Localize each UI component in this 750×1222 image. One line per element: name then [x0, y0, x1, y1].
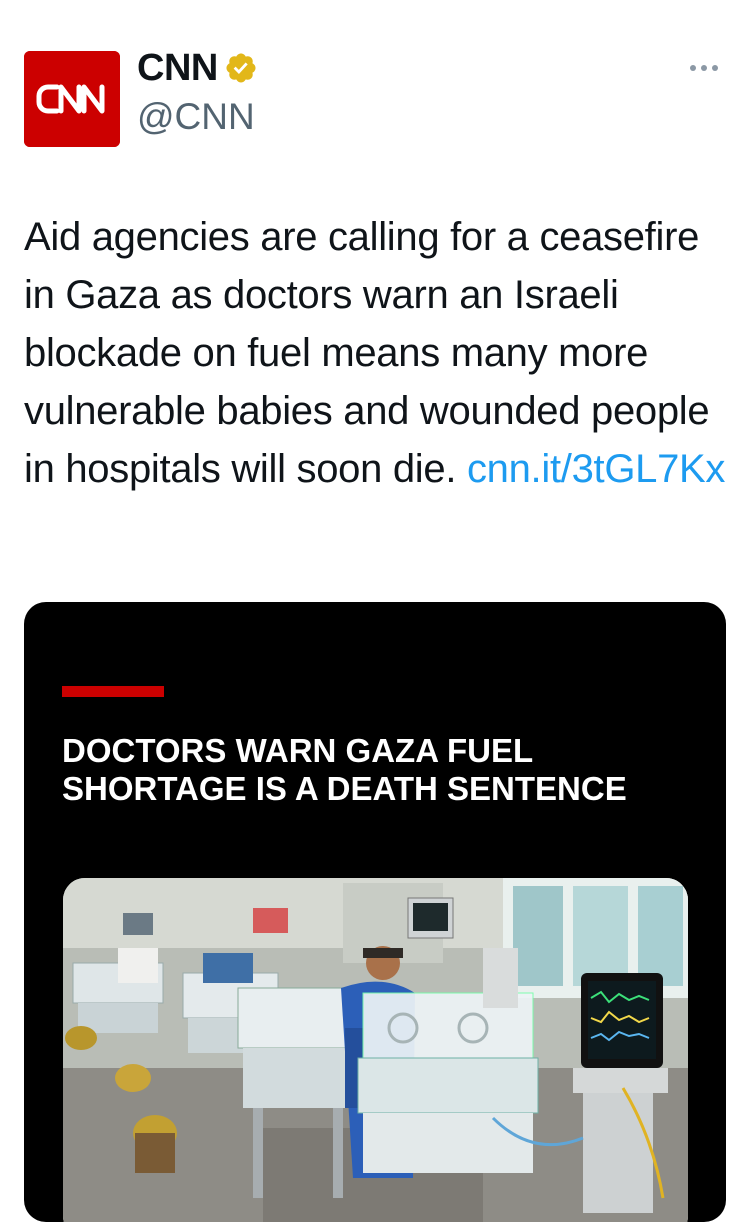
avatar[interactable]: [24, 51, 120, 147]
name-row: CNN: [137, 48, 258, 88]
cnn-logo: [24, 51, 120, 147]
tweet-link[interactable]: cnn.it/3tGL7Kx: [467, 447, 725, 491]
more-horizontal-icon[interactable]: [690, 58, 724, 78]
tweet-text: Aid agencies are calling for a ceasefire…: [24, 208, 734, 498]
media-card[interactable]: DOCTORS WARN GAZA FUEL SHORTAGE IS A DEA…: [24, 602, 726, 1222]
hospital-incubator-photo[interactable]: [63, 878, 688, 1222]
media-headline: DOCTORS WARN GAZA FUEL SHORTAGE IS A DEA…: [62, 732, 627, 807]
accent-bar: [62, 686, 164, 697]
display-name[interactable]: CNN: [137, 48, 218, 88]
verified-badge-icon: [224, 51, 258, 85]
handle[interactable]: @CNN: [137, 96, 255, 138]
